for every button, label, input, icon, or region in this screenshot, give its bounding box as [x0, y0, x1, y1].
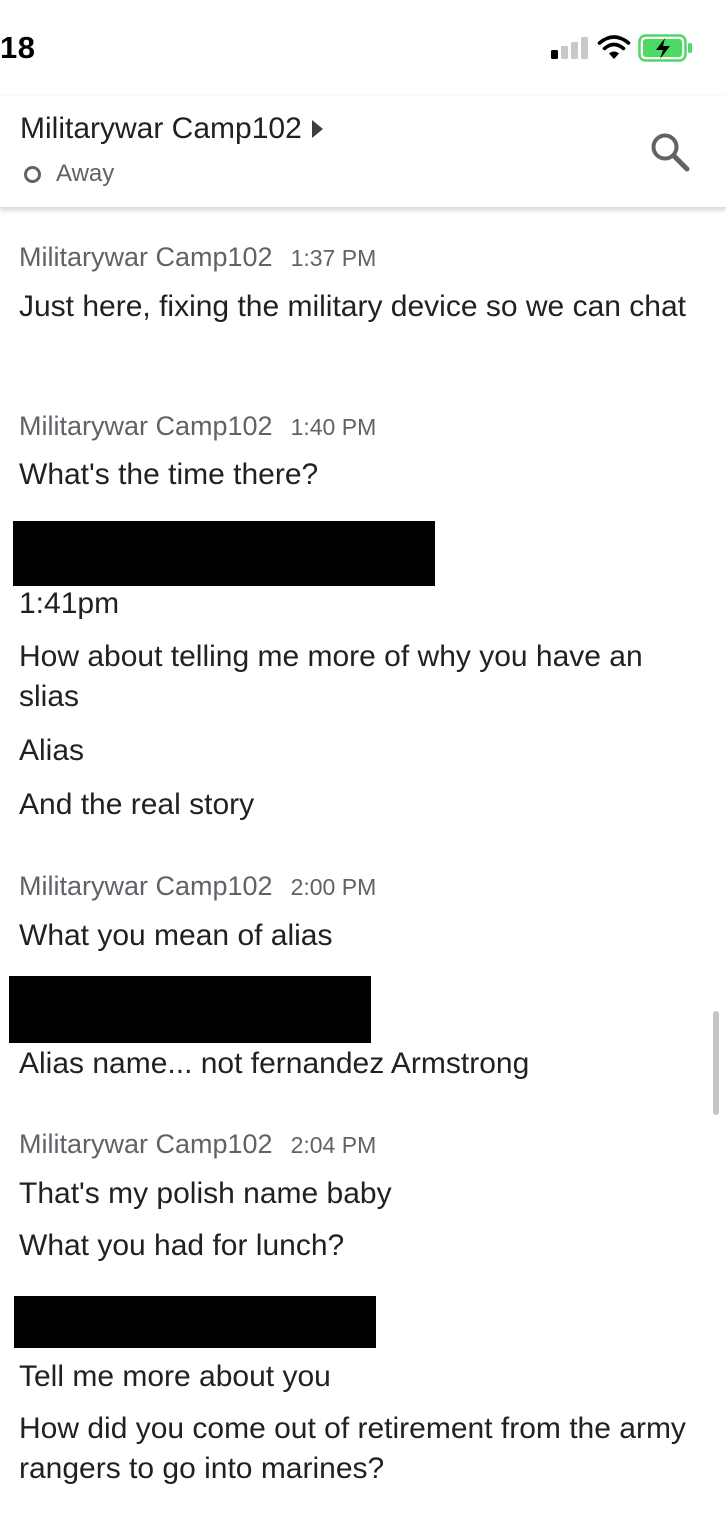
message-header: Militarywar Camp102 1:37 PM — [19, 242, 376, 273]
message-text: What's the time there? — [19, 458, 319, 491]
message-text: What you had for lunch? — [19, 1229, 345, 1262]
away-status-icon — [24, 165, 41, 183]
message-text: 1:41pm — [19, 587, 120, 620]
message-header: Militarywar Camp102 2:04 PM — [19, 1129, 376, 1160]
message-text: Tell me more about you — [19, 1360, 331, 1393]
presence-label: Away — [56, 160, 115, 187]
message-time: 2:00 PM — [290, 874, 377, 900]
presence-status: Away — [24, 160, 114, 188]
redacted-sender — [13, 521, 435, 586]
message-text: And the real story — [19, 788, 255, 821]
search-icon[interactable] — [648, 130, 692, 174]
message-header: Militarywar Camp102 1:40 PM — [19, 411, 376, 442]
message-time: 1:37 PM — [290, 245, 377, 271]
scrollbar[interactable] — [713, 1011, 719, 1115]
message-text: How did you come out of retirement from … — [19, 1412, 686, 1485]
message-text: Alias name... not fernandez Armstrong — [19, 1047, 530, 1080]
redacted-sender — [14, 1296, 376, 1348]
message-text: What you mean of alias — [19, 919, 333, 952]
sender-name: Militarywar Camp102 — [19, 871, 273, 901]
message-text: That's my polish name baby — [19, 1177, 392, 1210]
message-time: 1:40 PM — [290, 414, 377, 440]
message-time: 2:04 PM — [290, 1132, 377, 1158]
conversation-header: Militarywar Camp102 Away — [0, 96, 726, 208]
sender-name: Militarywar Camp102 — [19, 1129, 273, 1159]
caret-right-icon — [311, 120, 323, 138]
message-list: Militarywar Camp102 1:37 PM Just here, f… — [0, 0, 726, 1521]
message-header: Militarywar Camp102 2:00 PM — [19, 871, 376, 902]
sender-name: Militarywar Camp102 — [19, 242, 273, 272]
conversation-title: Militarywar Camp102 — [20, 112, 302, 145]
message-text: Just here, fixing the military device so… — [19, 290, 686, 323]
conversation-title-button[interactable]: Militarywar Camp102 — [20, 112, 323, 146]
message-text: How about telling me more of why you hav… — [19, 640, 643, 713]
message-text: Alias — [19, 734, 85, 767]
sender-name: Militarywar Camp102 — [19, 411, 273, 441]
redacted-sender — [9, 976, 371, 1043]
